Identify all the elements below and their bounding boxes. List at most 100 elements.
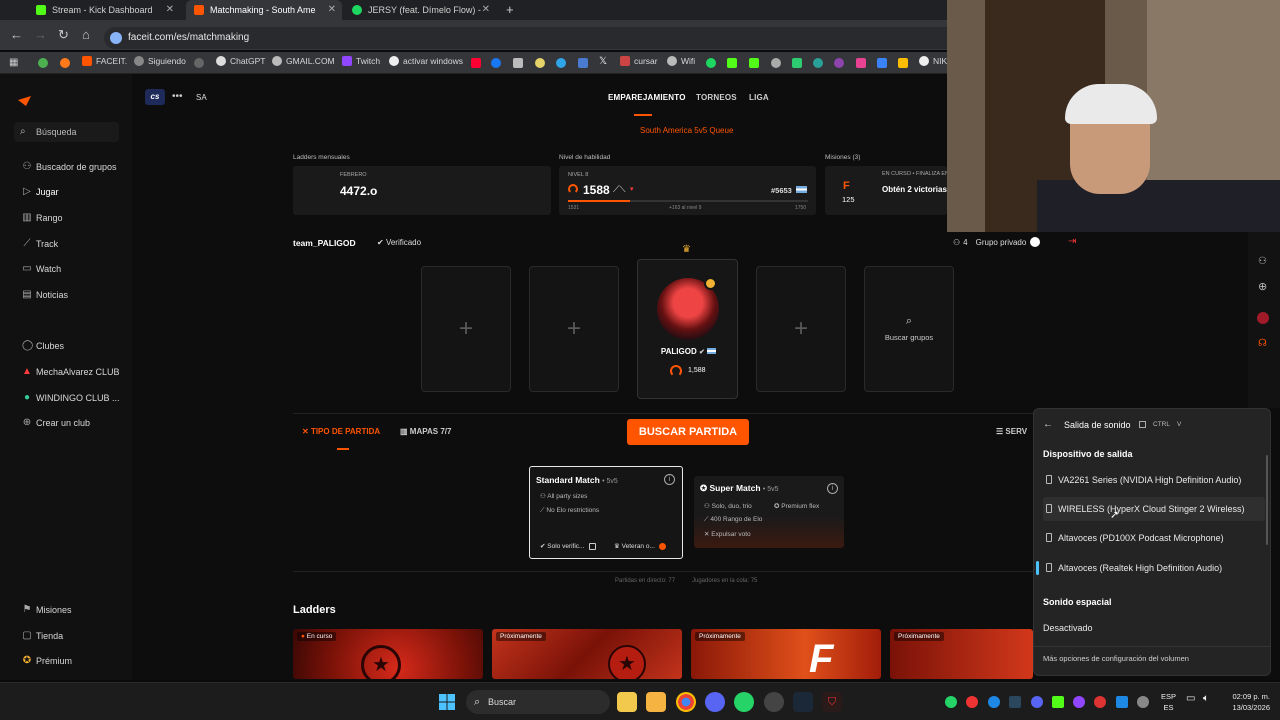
bookmark-icon[interactable] xyxy=(556,58,566,68)
bookmark-nik[interactable]: NIK xyxy=(919,56,947,66)
tab-emparejamiento[interactable]: EMPAREJAMIENTO xyxy=(608,93,686,102)
site-info-icon[interactable] xyxy=(110,32,122,44)
bookmark-cursar[interactable]: cursar xyxy=(620,56,658,66)
kick-icon[interactable] xyxy=(749,58,759,68)
new-tab-button[interactable]: + xyxy=(506,2,514,17)
bookmark-wifi[interactable]: Wifi xyxy=(667,56,695,66)
microphone-icon[interactable] xyxy=(1116,696,1128,708)
tab-liga[interactable]: LIGA xyxy=(749,93,769,102)
info-icon[interactable]: i xyxy=(664,474,675,485)
mission-card[interactable]: F 125 EN CURSO • FINALIZA EN Obtén 2 vic… xyxy=(825,166,949,215)
bookmark-faceit[interactable]: FACEIT. xyxy=(82,56,127,66)
ladders-card[interactable]: FEBRERO 4472.o xyxy=(293,166,551,215)
more-icon[interactable]: ••• xyxy=(172,91,183,102)
add-icon[interactable]: ⊕ xyxy=(1258,280,1267,293)
maps-tab[interactable]: ▥ MAPAS 7/7 xyxy=(400,427,451,436)
spotify-icon[interactable] xyxy=(706,58,716,68)
tray-icon[interactable] xyxy=(1137,696,1149,708)
friends-icon[interactable]: ⚇ xyxy=(1258,256,1267,267)
bookmark-icon[interactable] xyxy=(856,58,866,68)
x-icon[interactable]: 𝕏 xyxy=(599,56,607,67)
veteran-option[interactable]: ♛ Veteran o... xyxy=(614,542,666,550)
tray-icon[interactable] xyxy=(966,696,978,708)
bluetooth-icon[interactable] xyxy=(988,696,1000,708)
scrollbar[interactable] xyxy=(1266,455,1268,545)
volume-icon[interactable]: 🔈︎ xyxy=(1203,693,1209,704)
bookmark-icon[interactable] xyxy=(535,58,545,68)
steam-tray-icon[interactable] xyxy=(1009,696,1021,708)
discord-icon[interactable] xyxy=(705,692,725,712)
empty-party-slot[interactable]: + xyxy=(756,266,846,392)
apps-grid-icon[interactable]: ▦ xyxy=(9,57,18,68)
team-name[interactable]: team_PALIGOD xyxy=(293,238,356,248)
sidebar-item-track[interactable]: ⟋ Track xyxy=(22,238,59,249)
sidebar-item-crear-club[interactable]: ⊕ Crear un club xyxy=(22,417,90,428)
tab-matchmaking[interactable]: Matchmaking - South Ame ✕ xyxy=(186,0,342,20)
output-device-option[interactable]: VA2261 Series (NVIDIA High Definition Au… xyxy=(1043,468,1265,492)
faceit-logo-icon[interactable] xyxy=(18,93,31,106)
bookmark-icon[interactable] xyxy=(60,58,70,68)
headset-icon[interactable]: ☊ xyxy=(1258,338,1267,349)
reload-icon[interactable]: ↻ xyxy=(58,27,69,43)
tray-icon[interactable] xyxy=(1052,696,1064,708)
ladder-card[interactable]: Próximamente ★ xyxy=(492,629,682,679)
bookmark-icon[interactable] xyxy=(513,58,523,68)
tray-icon[interactable] xyxy=(1094,696,1106,708)
file-explorer-icon[interactable] xyxy=(646,692,666,712)
close-icon[interactable]: ✕ xyxy=(328,4,336,15)
private-group-toggle[interactable]: ⚇ 4 Grupo privado xyxy=(953,237,1041,247)
tab-spotify[interactable]: JERSY (feat. Dímelo Flow) - ✕ xyxy=(344,0,496,20)
bookmark-icon[interactable] xyxy=(792,58,802,68)
widgets-icon[interactable] xyxy=(617,692,637,712)
find-match-button[interactable]: BUSCAR PARTIDA xyxy=(627,419,749,445)
language-indicator[interactable]: ESP ES xyxy=(1161,691,1176,713)
tab-kick-dashboard[interactable]: Stream - Kick Dashboard ✕ xyxy=(28,0,180,20)
bookmark-siguiendo[interactable]: Siguiendo xyxy=(134,56,186,66)
whatsapp-tray-icon[interactable] xyxy=(945,696,957,708)
antivirus-icon[interactable]: ⛉ xyxy=(822,692,842,712)
sidebar-item-tienda[interactable]: ▢ Tienda xyxy=(22,630,63,641)
url-input[interactable]: faceit.com/es/matchmaking xyxy=(104,27,964,49)
sidebar-item-club-windingo[interactable]: ● WINDINGO CLUB ... xyxy=(22,392,120,403)
app-icon[interactable] xyxy=(764,692,784,712)
ladder-card[interactable]: Próximamente xyxy=(890,629,1033,679)
empty-party-slot[interactable]: + xyxy=(529,266,619,392)
player-card[interactable]: PALIGOD ✔ 1,588 xyxy=(637,259,738,399)
region-label[interactable]: SA xyxy=(196,93,207,102)
kick-icon[interactable] xyxy=(727,58,737,68)
home-icon[interactable]: ⌂ xyxy=(82,27,90,42)
cs-game-logo[interactable]: cs xyxy=(145,89,165,105)
empty-party-slot[interactable]: + xyxy=(421,266,511,392)
avatar[interactable] xyxy=(1257,312,1269,324)
youtube-icon[interactable] xyxy=(471,58,481,68)
bookmark-icon[interactable] xyxy=(877,58,887,68)
toggle-switch[interactable] xyxy=(1030,237,1041,247)
whatsapp-icon[interactable] xyxy=(734,692,754,712)
sidebar-item-misiones[interactable]: ⚑ Misiones xyxy=(22,604,72,615)
sidebar-item-club-mecha[interactable]: ▲ MechaAlvarez CLUB xyxy=(22,366,119,377)
more-volume-settings-link[interactable]: Más opciones de configuración del volume… xyxy=(1043,654,1189,663)
info-icon[interactable]: i xyxy=(827,483,838,494)
bookmark-icon[interactable] xyxy=(813,58,823,68)
steam-icon[interactable] xyxy=(793,692,813,712)
bookmark-icon[interactable] xyxy=(578,58,588,68)
google-drive-icon[interactable] xyxy=(898,58,908,68)
leave-party-icon[interactable]: ⇥ xyxy=(1068,236,1076,247)
bookmark-activar-windows[interactable]: activar windows xyxy=(389,56,463,66)
ladder-card[interactable]: ● En curso ★ xyxy=(293,629,483,679)
bookmark-icon[interactable] xyxy=(194,58,204,68)
sidebar-search-input[interactable]: ⌕ Búsqueda xyxy=(14,122,119,142)
tab-torneos[interactable]: TORNEOS xyxy=(696,93,737,102)
bookmark-icon[interactable] xyxy=(38,58,48,68)
sidebar-item-rango[interactable]: ▥ Rango xyxy=(22,212,62,223)
network-icon[interactable]: ▭ xyxy=(1186,693,1195,704)
spatial-sound-option[interactable]: Desactivado xyxy=(1043,623,1093,633)
back-icon[interactable]: ← xyxy=(10,27,23,42)
tray-icon[interactable] xyxy=(1073,696,1085,708)
clock[interactable]: 02:09 p. m. 13/03/2026 xyxy=(1226,691,1270,713)
close-icon[interactable]: ✕ xyxy=(166,4,174,15)
skill-card[interactable]: NIVEL 8 1588 ⟋⟍ ▾ #5653 1531 +163 al niv… xyxy=(559,166,816,215)
taskbar-search[interactable]: ⌕ Buscar xyxy=(466,690,610,714)
checkbox[interactable] xyxy=(589,542,597,550)
bookmark-gmail[interactable]: GMAIL.COM xyxy=(272,56,335,66)
